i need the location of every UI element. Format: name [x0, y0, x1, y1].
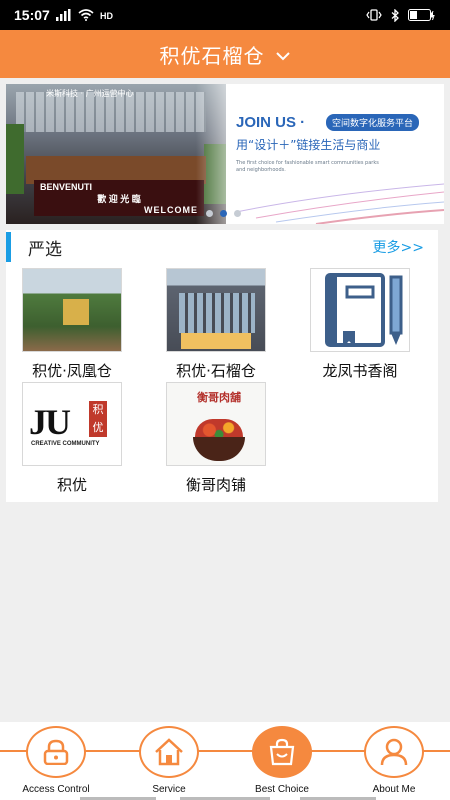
item-thumbnail: 衡哥肉舖	[166, 382, 266, 466]
promo-banner[interactable]: 米斯科技 · 广州运营中心 BENVENUTI 歡 迎 光 臨 WELCOME …	[6, 84, 444, 224]
featured-item[interactable]: JU 积优 CREATIVE COMMUNITY 积优	[12, 382, 132, 495]
featured-item[interactable]: 积优·凤凰仓	[12, 268, 132, 381]
sign-line-2: 歡 迎 光 臨	[97, 194, 141, 204]
pagination-dot[interactable]	[234, 210, 241, 217]
building-windows	[179, 293, 255, 333]
item-thumbnail	[310, 268, 410, 352]
banner-pill: 空间数字化服务平台	[326, 114, 420, 131]
bowl-graphic	[193, 437, 245, 461]
item-label: 龙凤书香阁	[322, 362, 398, 380]
featured-item[interactable]: 衡哥肉舖 衡哥肉铺	[156, 382, 276, 495]
item-label: 衡哥肉铺	[185, 476, 246, 494]
status-bar: 15:07 HD	[0, 0, 450, 30]
tab-label: Access Control	[22, 784, 90, 795]
item-label: 积优	[56, 476, 87, 494]
tab-icon-circle	[139, 726, 199, 778]
banner-headline: JOIN US ·	[236, 114, 306, 131]
banner-small-text: The first choice for fashionable smart c…	[236, 160, 379, 173]
ju-logo-badge: 积优	[89, 401, 107, 437]
banner-wave-graphic	[235, 183, 444, 224]
more-link[interactable]: 更多>>	[373, 237, 424, 257]
banner-photo: 米斯科技 · 广州运营中心 BENVENUTI 歡 迎 光 臨 WELCOME	[6, 84, 226, 224]
pagination-dot[interactable]	[206, 210, 213, 217]
banner-plant-left	[6, 124, 24, 194]
chevron-down-icon[interactable]	[275, 46, 291, 65]
building-logo-sign	[63, 299, 89, 325]
featured-item[interactable]: 龙凤书香阁	[300, 268, 420, 381]
section-title: 严选	[28, 239, 62, 260]
pagination-dot-active[interactable]	[220, 210, 227, 217]
tab-icon-circle	[252, 726, 312, 778]
ju-logo-text: JU	[29, 402, 71, 442]
person-icon	[380, 738, 408, 766]
tab-icon-circle	[26, 726, 86, 778]
vibrate-icon	[366, 9, 382, 21]
banner-photo-caption: 米斯科技 · 广州运营中心	[46, 89, 134, 98]
item-label: 积优·石榴仓	[176, 362, 256, 380]
welcome-sign: BENVENUTI 歡 迎 光 臨 WELCOME	[34, 180, 204, 216]
featured-item[interactable]: 积优·石榴仓	[156, 268, 276, 381]
lock-icon	[43, 739, 69, 765]
hd-icon: HD	[100, 10, 114, 20]
section-header: 严选 更多>>	[6, 230, 438, 264]
sign-line-3: WELCOME	[144, 205, 198, 215]
bluetooth-icon	[390, 8, 400, 22]
featured-section: 严选 更多>> 积优·凤凰仓 积优·石榴仓 龙凤书香阁 JU 积优 CREATI…	[6, 230, 438, 502]
shopping-bag-icon	[269, 738, 295, 766]
home-icon	[155, 738, 183, 766]
wifi-icon	[78, 9, 94, 21]
sign-line-1: BENVENUTI	[40, 182, 93, 192]
tab-icon-circle	[364, 726, 424, 778]
svg-text:HD: HD	[100, 11, 113, 20]
tab-label: About Me	[372, 784, 416, 795]
tab-access-control[interactable]: Access Control	[0, 726, 112, 795]
item-thumbnail	[22, 268, 122, 352]
cellular-signal-icon	[55, 9, 72, 21]
banner-text-area: JOIN US · 空间数字化服务平台 用“设计＋”链接生活与商业 The fi…	[196, 84, 444, 224]
book-icon	[325, 273, 403, 347]
item-thumbnail	[166, 268, 266, 352]
battery-icon	[408, 9, 436, 21]
tab-best-choice[interactable]: Best Choice	[226, 726, 338, 795]
building-shopfront	[181, 333, 251, 349]
item-label: 积优·凤凰仓	[32, 362, 112, 380]
tab-label: Service	[152, 784, 186, 795]
banner-pagination	[206, 210, 241, 217]
tab-label: Best Choice	[255, 784, 309, 795]
header-bar: 积优石榴仓	[0, 30, 450, 78]
tab-about-me[interactable]: About Me	[338, 726, 450, 795]
bottom-tab-bar: Access Control Service Best Choice About…	[0, 722, 450, 800]
ju-logo-subtitle: CREATIVE COMMUNITY	[31, 441, 100, 447]
item-thumbnail: JU 积优 CREATIVE COMMUNITY	[22, 382, 122, 466]
status-time: 15:07	[14, 7, 50, 23]
food-photo-title: 衡哥肉舖	[197, 391, 241, 404]
banner-tagline: 用“设计＋”链接生活与商业	[236, 138, 381, 152]
section-accent-bar	[6, 232, 11, 262]
tab-service[interactable]: Service	[113, 726, 225, 795]
page-title[interactable]: 积优石榴仓	[160, 40, 265, 69]
gesture-bar	[0, 796, 450, 800]
